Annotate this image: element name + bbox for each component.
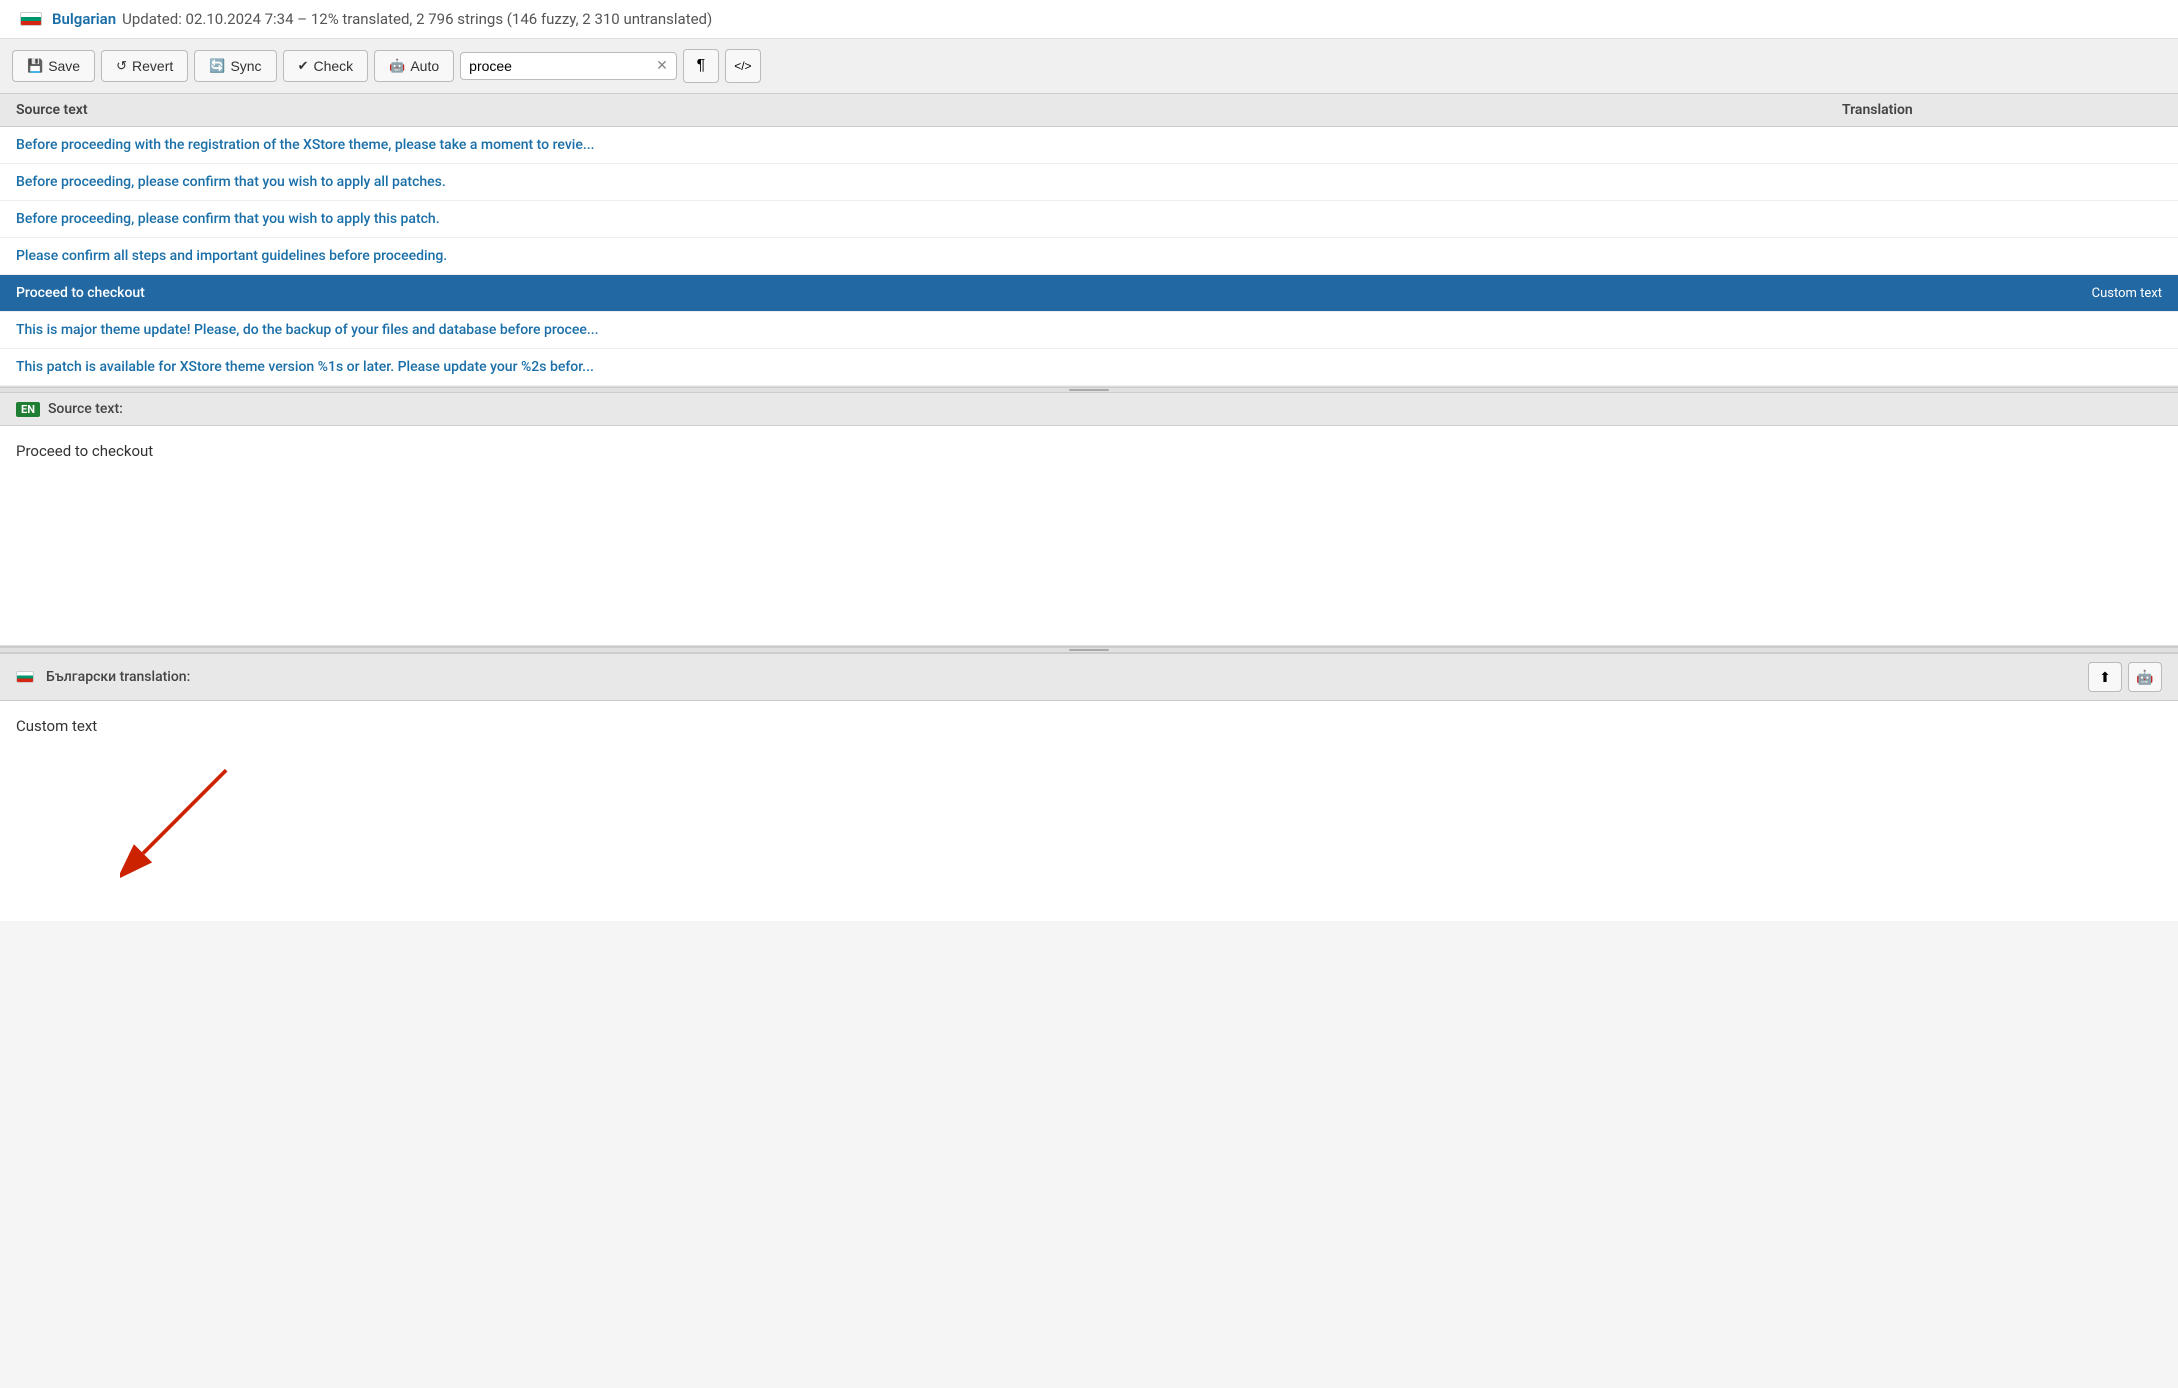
auto-button[interactable]: 🤖 Auto bbox=[374, 50, 454, 82]
header-bar: Bulgarian Updated: 02.10.2024 7:34 – 12%… bbox=[0, 0, 2178, 39]
save-label: Save bbox=[48, 58, 80, 74]
search-clear-icon[interactable]: ✕ bbox=[656, 58, 668, 74]
translation-header-right: ⬆ 🤖 bbox=[2088, 662, 2162, 692]
table-header: Source text Translation bbox=[0, 94, 2178, 127]
language-name: Bulgarian bbox=[52, 10, 116, 28]
source-text-4: Please confirm all steps and important g… bbox=[16, 248, 1842, 264]
source-panel-label: Source text: bbox=[48, 401, 123, 417]
source-text-6: This is major theme update! Please, do t… bbox=[16, 322, 1842, 338]
source-panel: EN Source text: Proceed to checkout bbox=[0, 393, 2178, 647]
revert-button[interactable]: ↺ Revert bbox=[101, 50, 188, 82]
check-icon: ✔ bbox=[298, 58, 309, 74]
revert-label: Revert bbox=[132, 58, 173, 74]
toolbar: 💾 Save ↺ Revert 🔄 Sync ✔ Check 🤖 Auto ✕ … bbox=[0, 39, 2178, 94]
translation-panel-header: Български translation: ⬆ 🤖 bbox=[0, 653, 2178, 701]
auto-label: Auto bbox=[410, 58, 439, 74]
save-icon: 💾 bbox=[27, 58, 43, 74]
upload-button[interactable]: ⬆ bbox=[2088, 662, 2122, 692]
check-button[interactable]: ✔ Check bbox=[283, 50, 369, 82]
upload-icon: ⬆ bbox=[2099, 669, 2111, 686]
search-input[interactable] bbox=[469, 58, 650, 74]
pilcrow-icon: ¶ bbox=[697, 57, 706, 75]
translation-panel: Български translation: ⬆ 🤖 Custom text bbox=[0, 653, 2178, 921]
en-badge: EN bbox=[16, 402, 40, 417]
table-row[interactable]: Before proceeding with the registration … bbox=[0, 127, 2178, 164]
translation-body[interactable]: Custom text bbox=[0, 701, 2178, 921]
main-content: Source text Translation Before proceedin… bbox=[0, 94, 2178, 921]
code-icon: </> bbox=[734, 59, 751, 73]
col-source-header: Source text bbox=[16, 102, 1842, 118]
source-text-2: Before proceeding, please confirm that y… bbox=[16, 174, 1842, 190]
source-panel-header: EN Source text: bbox=[0, 393, 2178, 426]
auto-translate-icon: 🤖 bbox=[2136, 669, 2153, 686]
table-row[interactable]: This is major theme update! Please, do t… bbox=[0, 312, 2178, 349]
bulgarian-flag-icon bbox=[20, 12, 42, 26]
table-row-selected[interactable]: Proceed to checkout Custom text bbox=[0, 275, 2178, 312]
table-row[interactable]: Before proceeding, please confirm that y… bbox=[0, 201, 2178, 238]
revert-icon: ↺ bbox=[116, 58, 127, 74]
auto-icon: 🤖 bbox=[389, 58, 405, 74]
header-status: Updated: 02.10.2024 7:34 – 12% translate… bbox=[122, 10, 712, 28]
custom-text-badge: Custom text bbox=[1842, 286, 2162, 301]
source-text-3: Before proceeding, please confirm that y… bbox=[16, 211, 1842, 227]
translation-content: Custom text bbox=[16, 717, 97, 735]
save-button[interactable]: 💾 Save bbox=[12, 50, 95, 82]
table-row[interactable]: Before proceeding, please confirm that y… bbox=[0, 164, 2178, 201]
auto-translate-button[interactable]: 🤖 bbox=[2128, 662, 2162, 692]
sync-button[interactable]: 🔄 Sync bbox=[194, 50, 276, 82]
code-button[interactable]: </> bbox=[725, 49, 761, 83]
table-row[interactable]: This patch is available for XStore theme… bbox=[0, 349, 2178, 386]
translation-header-left: Български translation: bbox=[16, 669, 190, 685]
check-label: Check bbox=[313, 58, 353, 74]
translation-flag-icon bbox=[16, 671, 34, 683]
translation-panel-label: Български translation: bbox=[46, 669, 190, 685]
sync-label: Sync bbox=[230, 58, 261, 74]
pilcrow-button[interactable]: ¶ bbox=[683, 49, 719, 83]
source-text-5: Proceed to checkout bbox=[16, 285, 1842, 301]
search-box: ✕ bbox=[460, 52, 677, 80]
source-text-content: Proceed to checkout bbox=[16, 442, 153, 460]
sync-icon: 🔄 bbox=[209, 58, 225, 74]
source-panel-body: Proceed to checkout bbox=[0, 426, 2178, 646]
col-translation-header: Translation bbox=[1842, 102, 2162, 118]
source-text-7: This patch is available for XStore theme… bbox=[16, 359, 1842, 375]
table-row[interactable]: Please confirm all steps and important g… bbox=[0, 238, 2178, 275]
source-text-1: Before proceeding with the registration … bbox=[16, 137, 1842, 153]
red-arrow-annotation bbox=[120, 761, 240, 881]
string-list: Before proceeding with the registration … bbox=[0, 127, 2178, 387]
